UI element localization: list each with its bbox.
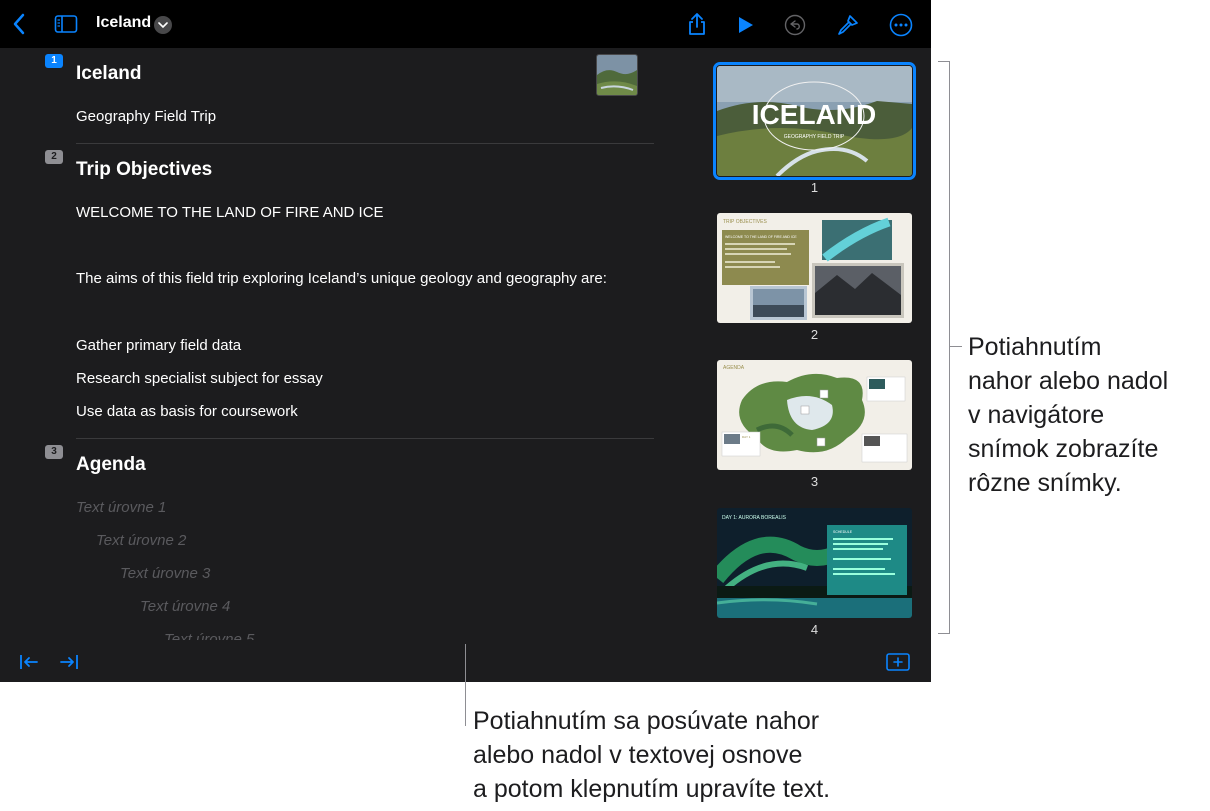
slide-image-thumbnail[interactable] <box>596 54 638 96</box>
callout-pointer <box>949 346 962 347</box>
slide-thumbnail-number: 2 <box>810 327 819 342</box>
callout-line: rôzne snímky. <box>968 469 1122 497</box>
document-title[interactable]: Iceland <box>96 14 151 32</box>
undo-icon <box>784 14 806 36</box>
callout-line: nahor alebo nadol <box>968 367 1169 395</box>
slide-thumbnail-number: 1 <box>810 180 819 195</box>
thumb-subtitle: SCHEDULE <box>833 530 853 534</box>
back-button[interactable] <box>8 12 30 36</box>
add-slide-icon <box>886 653 910 671</box>
callout-line: v navigátore <box>968 401 1105 429</box>
outline-slide-title[interactable]: Agenda <box>76 454 146 476</box>
title-menu-button[interactable] <box>154 16 172 34</box>
agenda-slide: AGENDA DAY 1 <box>717 360 912 470</box>
slide-number-badge: 2 <box>45 150 63 164</box>
slide-thumbnail-number: 3 <box>810 474 819 489</box>
thumb-title: AGENDA <box>723 365 745 371</box>
placeholder-text[interactable]: Text úrovne 5 <box>164 631 254 640</box>
iceland-title-slide: ICELAND GEOGRAPHY FIELD TRIP <box>717 66 912 176</box>
indent-icon <box>60 655 78 669</box>
aurora-slide: DAY 1: AURORA BOREALIS SCHEDULE <box>717 508 912 618</box>
slide-separator <box>76 143 654 144</box>
slide-number-badge: 3 <box>45 445 63 459</box>
more-button[interactable] <box>889 13 913 37</box>
outline-slide-title[interactable]: Iceland <box>76 63 141 85</box>
outline-text-line[interactable]: The aims of this field trip exploring Ic… <box>76 270 607 287</box>
landscape-image <box>597 55 637 95</box>
text-outline[interactable]: 1 Iceland Geography Field Trip 2 Trip Ob… <box>0 48 700 640</box>
format-button[interactable] <box>836 12 860 38</box>
outline-slide-title[interactable]: Trip Objectives <box>76 159 212 181</box>
placeholder-text[interactable]: Text úrovne 3 <box>120 565 210 582</box>
slide-number-badge: 1 <box>45 54 63 68</box>
placeholder-text[interactable]: Text úrovne 2 <box>96 532 186 549</box>
toolbar: Iceland <box>0 0 931 48</box>
share-button[interactable] <box>686 11 708 37</box>
thumb-title: DAY 1: AURORA BOREALIS <box>722 515 787 521</box>
undo-button[interactable] <box>783 13 807 37</box>
slide-thumbnail-4[interactable]: DAY 1: AURORA BOREALIS SCHEDULE <box>717 508 912 618</box>
play-icon <box>739 17 753 33</box>
outdent-button[interactable] <box>18 652 40 672</box>
outline-text-line[interactable]: Research specialist subject for essay <box>76 370 323 387</box>
callout-line: snímok zobrazíte <box>968 435 1159 463</box>
play-button[interactable] <box>735 14 755 36</box>
slide-thumbnail-3[interactable]: AGENDA DAY 1 <box>717 360 912 470</box>
outline-text-line[interactable]: Geography Field Trip <box>76 108 216 125</box>
outdent-icon <box>20 655 38 669</box>
callout-line: Potiahnutím sa posúvate nahor <box>473 707 820 735</box>
chevron-down-icon <box>158 21 168 28</box>
format-brush-icon <box>838 15 858 35</box>
callout-bracket-top <box>938 61 949 62</box>
keynote-app-window: Iceland 1 Iceland Geography Field Trip 2… <box>0 0 931 682</box>
outline-text-line[interactable]: Gather primary field data <box>76 337 241 354</box>
indent-button[interactable] <box>58 652 80 672</box>
more-icon <box>889 13 913 37</box>
slide-thumbnail-1[interactable]: ICELAND GEOGRAPHY FIELD TRIP <box>713 62 916 180</box>
callout-line: a potom klepnutím upravíte text. <box>473 775 831 803</box>
callout-line-vertical <box>465 644 466 726</box>
placeholder-text[interactable]: Text úrovne 4 <box>140 598 230 615</box>
placeholder-text[interactable]: Text úrovne 1 <box>76 499 166 516</box>
callout-bracket-bottom <box>938 633 949 634</box>
trip-objectives-slide: TRIP OBJECTIVES WELCOME TO THE LAND OF F… <box>717 213 912 323</box>
thumb-subtitle: WELCOME TO THE LAND OF FIRE AND ICE <box>725 235 797 239</box>
callout-navigator: Potiahnutím nahor alebo nadol v navigáto… <box>968 330 1168 500</box>
sidebar-toggle-button[interactable] <box>54 13 78 35</box>
thumb-subtitle: GEOGRAPHY FIELD TRIP <box>784 134 845 140</box>
callout-line: alebo nadol v textovej osnove <box>473 741 803 769</box>
share-icon <box>689 13 705 35</box>
outline-text-line[interactable]: Use data as basis for coursework <box>76 403 298 420</box>
add-slide-button[interactable] <box>886 652 910 672</box>
thumb-title: TRIP OBJECTIVES <box>723 219 767 225</box>
chevron-left-icon <box>13 13 25 35</box>
callout-bracket <box>949 61 950 634</box>
slide-thumbnail-number: 4 <box>810 622 819 637</box>
slide-separator <box>76 438 654 439</box>
thumb-title: ICELAND <box>752 99 876 130</box>
slide-thumbnail-2[interactable]: TRIP OBJECTIVES WELCOME TO THE LAND OF F… <box>717 213 912 323</box>
callout-line: Potiahnutím <box>968 333 1102 361</box>
callout-outline: Potiahnutím sa posúvate nahor alebo nado… <box>473 704 830 806</box>
outline-text-line[interactable]: WELCOME TO THE LAND OF FIRE AND ICE <box>76 204 384 221</box>
sidebar-icon <box>54 15 78 33</box>
thumb-subtitle: DAY 1 <box>742 435 751 439</box>
